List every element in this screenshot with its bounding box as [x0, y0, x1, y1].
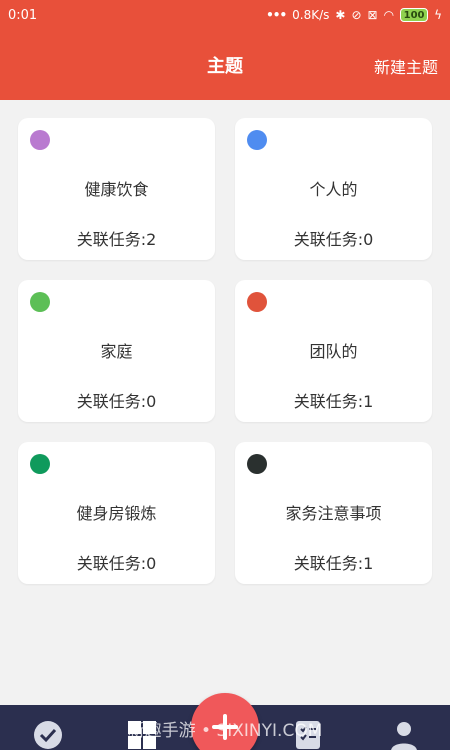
topic-color-dot	[247, 454, 267, 474]
topics-screen: 0:01 ••• 0.8K/s ✱ ⊘ ⊠ ◠ 100 ϟ 主题 新建主题 健康…	[0, 0, 450, 750]
user-icon[interactable]	[388, 719, 420, 750]
topic-card[interactable]: 健身房锻炼 关联任务:0	[18, 442, 215, 584]
topic-color-dot	[30, 292, 50, 312]
topic-task-count: 关联任务:0	[76, 554, 157, 573]
more-dots-icon: •••	[266, 8, 287, 22]
topic-task-count: 关联任务:0	[76, 392, 157, 411]
wifi-icon: ◠	[383, 8, 395, 22]
topic-task-count: 关联任务:0	[293, 230, 374, 249]
plus-icon	[212, 714, 238, 740]
topic-card[interactable]: 个人的 关联任务:0	[235, 118, 432, 260]
page-title: 主题	[207, 56, 243, 77]
network-speed: 0.8K/s	[292, 8, 330, 22]
topic-color-dot	[247, 130, 267, 150]
bluetooth-icon: ✱	[335, 8, 346, 22]
check-circle-icon[interactable]	[32, 719, 64, 750]
topic-card[interactable]: 健康饮食 关联任务:2	[18, 118, 215, 260]
topic-task-count: 关联任务:1	[293, 554, 374, 573]
sim-icon: ⊠	[367, 8, 378, 22]
battery-icon: 100	[400, 8, 429, 22]
topic-color-dot	[30, 454, 50, 474]
topic-name: 健身房锻炼	[76, 504, 157, 523]
topic-task-count: 关联任务:2	[76, 230, 157, 249]
header: 0:01 ••• 0.8K/s ✱ ⊘ ⊠ ◠ 100 ϟ 主题 新建主题	[0, 0, 450, 100]
topic-name: 家务注意事项	[285, 504, 382, 523]
mute-icon: ⊘	[351, 8, 362, 22]
topic-card[interactable]: 家庭 关联任务:0	[18, 280, 215, 422]
topic-color-dot	[247, 292, 267, 312]
status-icons: ••• 0.8K/s ✱ ⊘ ⊠ ◠ 100 ϟ	[266, 8, 442, 22]
topic-name: 健康饮食	[84, 180, 149, 199]
topic-card[interactable]: 家务注意事项 关联任务:1	[235, 442, 432, 584]
topic-task-count: 关联任务:1	[293, 392, 374, 411]
topic-card[interactable]: 团队的 关联任务:1	[235, 280, 432, 422]
topic-name: 个人的	[309, 180, 358, 199]
checklist-icon[interactable]	[292, 719, 324, 750]
new-topic-button[interactable]: 新建主题	[374, 54, 438, 78]
topic-name: 家庭	[100, 342, 133, 361]
app-bar: 主题 新建主题	[0, 40, 450, 90]
topic-color-dot	[30, 130, 50, 150]
add-fab-button[interactable]	[191, 693, 259, 750]
charging-icon: ϟ	[434, 8, 442, 22]
status-bar: 0:01 ••• 0.8K/s ✱ ⊘ ⊠ ◠ 100 ϟ	[0, 0, 450, 30]
grid-icon[interactable]	[126, 719, 158, 750]
topic-name: 团队的	[309, 342, 358, 361]
topic-grid: 健康饮食 关联任务:2 个人的 关联任务:0 家庭 关联任务:0 团队的 关联任…	[18, 118, 432, 584]
status-time: 0:01	[8, 7, 38, 23]
